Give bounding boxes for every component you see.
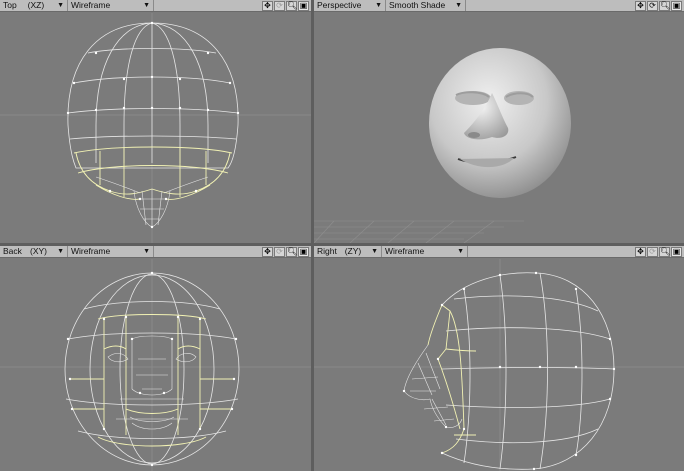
zoom-icon[interactable]: 🔍︎ — [659, 247, 670, 257]
dropdown-arrow-icon: ▼ — [143, 2, 150, 9]
viewport-canvas[interactable] — [314, 259, 684, 471]
zoom-icon[interactable]: 🔍︎ — [286, 1, 297, 11]
dropdown-arrow-icon: ▼ — [57, 2, 64, 9]
render-mode: Smooth Shade — [389, 0, 446, 10]
rotate-icon[interactable]: ⟳ — [274, 247, 285, 257]
dropdown-arrow-icon: ▼ — [455, 2, 462, 9]
view-name: Top — [3, 0, 17, 10]
viewport-perspective[interactable]: Perspective ▼ Smooth Shade ▼ ✥ ⟳ 🔍︎ ▣ — [314, 0, 684, 243]
dropdown-arrow-icon: ▼ — [375, 2, 382, 9]
render-mode: Wireframe — [385, 246, 425, 256]
viewport-tools: ✥ ⟳ 🔍︎ ▣ — [635, 247, 682, 257]
wireframe-top-view — [0, 13, 311, 243]
render-mode: Wireframe — [71, 0, 111, 10]
viewport-canvas[interactable] — [314, 13, 684, 243]
maximize-icon[interactable]: ▣ — [671, 247, 682, 257]
move-icon[interactable]: ✥ — [635, 247, 646, 257]
render-mode-dropdown[interactable]: Wireframe ▼ — [68, 0, 154, 11]
viewport-right[interactable]: Right (ZY) ▼ Wireframe ▼ ✥ ⟳ 🔍︎ ▣ — [314, 246, 684, 471]
view-axes: (ZY) — [344, 246, 362, 256]
viewport-header: Back (XY) ▼ Wireframe ▼ ✥ ⟳ 🔍︎ ▣ — [0, 246, 311, 258]
viewport-canvas[interactable] — [0, 13, 311, 243]
maximize-icon[interactable]: ▣ — [298, 1, 309, 11]
view-type-dropdown[interactable]: Top (XZ) ▼ — [0, 0, 68, 11]
viewport-canvas[interactable] — [0, 259, 311, 471]
maximize-icon[interactable]: ▣ — [298, 247, 309, 257]
viewport-header: Top (XZ) ▼ Wireframe ▼ ✥ ⟳ 🔍︎ ▣ — [0, 0, 311, 12]
wireframe-back-view — [0, 259, 311, 471]
move-icon[interactable]: ✥ — [262, 247, 273, 257]
viewport-top[interactable]: Top (XZ) ▼ Wireframe ▼ ✥ ⟳ 🔍︎ ▣ — [0, 0, 311, 243]
viewport-tools: ✥ ⟳ 🔍︎ ▣ — [262, 247, 309, 257]
view-type-dropdown[interactable]: Back (XY) ▼ — [0, 246, 68, 257]
viewport-header: Right (ZY) ▼ Wireframe ▼ ✥ ⟳ 🔍︎ ▣ — [314, 246, 684, 258]
move-icon[interactable]: ✥ — [262, 1, 273, 11]
dropdown-arrow-icon: ▼ — [143, 248, 150, 255]
dropdown-arrow-icon: ▼ — [371, 248, 378, 255]
render-mode-dropdown[interactable]: Wireframe ▼ — [68, 246, 154, 257]
render-mode-dropdown[interactable]: Smooth Shade ▼ — [386, 0, 466, 11]
wireframe-right-view — [314, 259, 684, 471]
rotate-icon[interactable]: ⟳ — [274, 1, 285, 11]
render-mode: Wireframe — [71, 246, 111, 256]
maximize-icon[interactable]: ▣ — [671, 1, 682, 11]
view-axes: (XY) — [29, 246, 47, 256]
viewport-tools: ✥ ⟳ 🔍︎ ▣ — [635, 1, 682, 11]
dropdown-arrow-icon: ▼ — [57, 248, 64, 255]
shaded-head-render — [314, 48, 571, 243]
rotate-icon[interactable]: ⟳ — [647, 247, 658, 257]
move-icon[interactable]: ✥ — [635, 1, 646, 11]
viewport-header: Perspective ▼ Smooth Shade ▼ ✥ ⟳ 🔍︎ ▣ — [314, 0, 684, 12]
view-name: Right — [317, 246, 337, 256]
viewport-tools: ✥ ⟳ 🔍︎ ▣ — [262, 1, 309, 11]
dropdown-arrow-icon: ▼ — [457, 248, 464, 255]
render-mode-dropdown[interactable]: Wireframe ▼ — [382, 246, 468, 257]
view-axes: (XZ) — [27, 0, 45, 10]
rotate-icon[interactable]: ⟳ — [647, 1, 658, 11]
viewport-back[interactable]: Back (XY) ▼ Wireframe ▼ ✥ ⟳ 🔍︎ ▣ — [0, 246, 311, 471]
view-type-dropdown[interactable]: Perspective ▼ — [314, 0, 386, 11]
view-type-dropdown[interactable]: Right (ZY) ▼ — [314, 246, 382, 257]
view-name: Perspective — [317, 0, 362, 10]
view-name: Back — [3, 246, 22, 256]
zoom-icon[interactable]: 🔍︎ — [659, 1, 670, 11]
zoom-icon[interactable]: 🔍︎ — [286, 247, 297, 257]
